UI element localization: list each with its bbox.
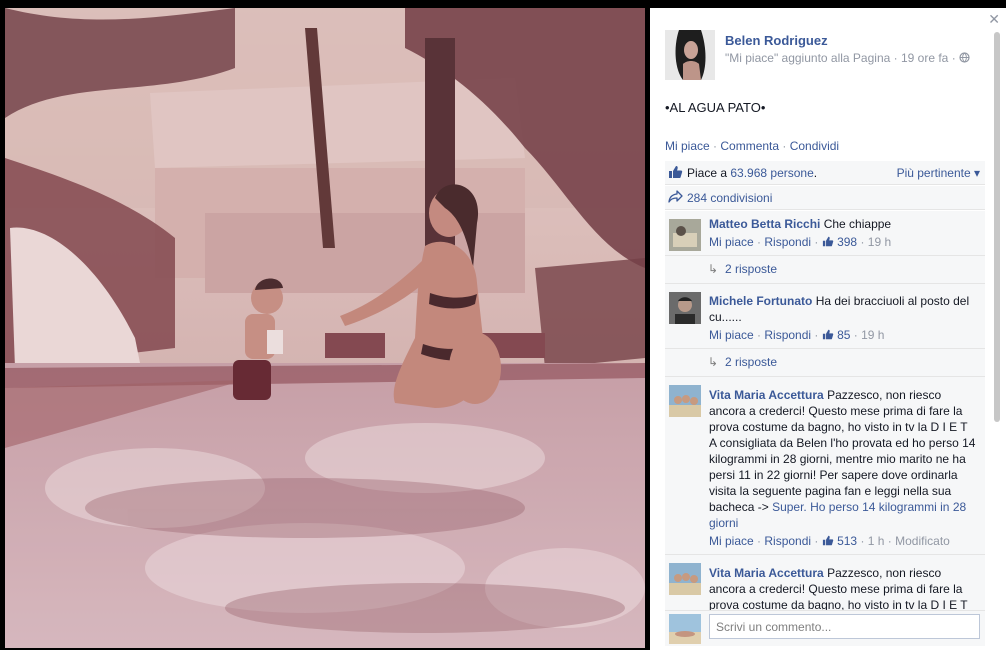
comment-meta: Mi piace · Rispondi · 85 · 19 h bbox=[709, 328, 885, 342]
thumbs-up-icon bbox=[668, 165, 683, 179]
comment-edited[interactable]: Modificato bbox=[895, 534, 950, 548]
comment-text: Che chiappe bbox=[823, 217, 892, 231]
sort-dropdown[interactable]: Più pertinente ▾ bbox=[897, 166, 980, 180]
comments-list: Matteo Betta Ricchi Che chiappe Mi piace… bbox=[665, 211, 985, 611]
comment-time[interactable]: 19 h bbox=[861, 328, 884, 342]
comment-reply-link[interactable]: Rispondi bbox=[764, 328, 811, 342]
likes-text: Piace a 63.968 persone. bbox=[687, 166, 817, 180]
thumbs-up-icon bbox=[822, 235, 834, 249]
replies-count[interactable]: 2 risposte bbox=[725, 355, 777, 369]
comment-likes-count: 85 bbox=[837, 328, 851, 342]
comment-like-link[interactable]: Mi piace bbox=[709, 328, 754, 342]
likes-bar: Piace a 63.968 persone. Più pertinente ▾ bbox=[665, 161, 985, 185]
comment-likes[interactable]: 398 bbox=[822, 235, 857, 249]
author-avatar[interactable] bbox=[665, 30, 715, 80]
comment-likes[interactable]: 85 bbox=[822, 328, 851, 342]
separator: · bbox=[951, 51, 960, 65]
replies-count[interactable]: 2 risposte bbox=[725, 262, 777, 276]
scrollbar[interactable] bbox=[991, 32, 1003, 612]
author-name[interactable]: Belen Rodriguez bbox=[725, 33, 828, 48]
photo-viewer: ✕ Belen Rodriguez "Mi piace" aggiunto al… bbox=[0, 0, 1006, 650]
likes-count-link[interactable]: 63.968 persone bbox=[730, 166, 813, 180]
separator: · bbox=[709, 139, 721, 153]
commenter-name[interactable]: Vita Maria Accettura bbox=[709, 566, 824, 580]
post-caption: •AL AGUA PATO• bbox=[665, 100, 766, 115]
photo-image bbox=[5, 8, 645, 648]
separator: · bbox=[893, 51, 901, 65]
shares-count[interactable]: 284 condivisioni bbox=[687, 191, 772, 205]
commenter-name[interactable]: Vita Maria Accettura bbox=[709, 388, 824, 402]
comment-time[interactable]: 1 h bbox=[868, 534, 885, 548]
like-action[interactable]: Mi piace bbox=[665, 139, 710, 153]
author-avatar-image bbox=[665, 30, 715, 80]
commenter-name[interactable]: Michele Fortunato bbox=[709, 294, 812, 308]
comment-composer bbox=[665, 610, 985, 646]
comment-reply-link[interactable]: Rispondi bbox=[764, 235, 811, 249]
commenter-avatar[interactable] bbox=[669, 219, 701, 251]
comment-input[interactable] bbox=[709, 614, 980, 639]
separator: · bbox=[779, 139, 790, 153]
comment-reply-link[interactable]: Rispondi bbox=[764, 534, 811, 548]
commenter-avatar[interactable] bbox=[669, 292, 701, 324]
post-actions: Mi piace · Commenta · Condividi bbox=[665, 139, 839, 153]
commenter-name[interactable]: Matteo Betta Ricchi bbox=[709, 217, 820, 231]
comment-item: Matteo Betta Ricchi Che chiappe Mi piace… bbox=[665, 211, 985, 256]
comment-item: Michele Fortunato Ha dei bracciuoli al p… bbox=[665, 284, 985, 349]
comment-likes[interactable]: 513 bbox=[822, 534, 857, 548]
comment-meta: Mi piace · Rispondi · 398 · 19 h bbox=[709, 235, 892, 249]
replies-link[interactable]: ↳ 2 risposte bbox=[665, 256, 985, 284]
likes-prefix: Piace a bbox=[687, 166, 728, 180]
thumbs-up-icon bbox=[822, 534, 834, 548]
comment-meta: Mi piace · Rispondi · 513 · 1 h · Modifi… bbox=[709, 534, 950, 548]
comment-time[interactable]: 19 h bbox=[868, 235, 891, 249]
share-action[interactable]: Condividi bbox=[790, 139, 839, 153]
post-side-panel: ✕ Belen Rodriguez "Mi piace" aggiunto al… bbox=[650, 8, 1006, 650]
comment-like-link[interactable]: Mi piace bbox=[709, 235, 754, 249]
comment-likes-count: 398 bbox=[837, 235, 858, 249]
reply-arrow-icon: ↳ bbox=[708, 262, 719, 276]
shares-bar: 284 condivisioni bbox=[665, 186, 985, 210]
activity-text: "Mi piace" aggiunto alla Pagina bbox=[725, 51, 891, 65]
likes-suffix: . bbox=[813, 166, 818, 180]
comment-item: Vita Maria Accettura Pazzesco, non riesc… bbox=[665, 377, 985, 555]
post-time[interactable]: 19 ore fa bbox=[901, 51, 948, 65]
post-photo[interactable] bbox=[5, 8, 645, 648]
viewer-avatar bbox=[669, 614, 701, 644]
commenter-avatar[interactable] bbox=[669, 563, 701, 595]
replies-link[interactable]: ↳ 2 risposte bbox=[665, 349, 985, 377]
comment-action[interactable]: Commenta bbox=[720, 139, 779, 153]
comment-item: Vita Maria Accettura Pazzesco, non riesc… bbox=[665, 555, 985, 611]
comment-text: Pazzesco, non riesco ancora a crederci! … bbox=[709, 388, 976, 514]
scrollbar-thumb[interactable] bbox=[994, 32, 1000, 422]
share-arrow-icon bbox=[668, 190, 683, 204]
comment-like-link[interactable]: Mi piace bbox=[709, 534, 754, 548]
reply-arrow-icon: ↳ bbox=[708, 355, 719, 369]
commenter-avatar[interactable] bbox=[669, 385, 701, 417]
globe-icon[interactable] bbox=[959, 51, 970, 65]
post-subtitle: "Mi piace" aggiunto alla Pagina · 19 ore… bbox=[725, 51, 970, 65]
post-header: Belen Rodriguez "Mi piace" aggiunto alla… bbox=[665, 30, 995, 82]
thumbs-up-icon bbox=[822, 328, 834, 342]
close-icon[interactable]: ✕ bbox=[988, 12, 1000, 26]
comment-likes-count: 513 bbox=[837, 534, 858, 548]
